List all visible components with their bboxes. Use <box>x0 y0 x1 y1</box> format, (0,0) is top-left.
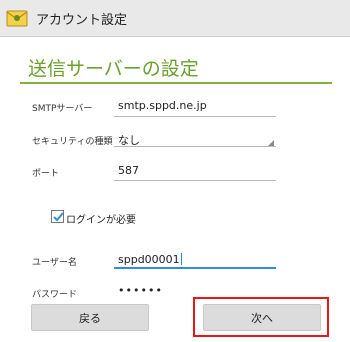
dropdown-triangle-icon[interactable] <box>268 140 274 146</box>
email-icon <box>6 8 28 28</box>
smtp-server-label: SMTPサーバー <box>32 104 93 114</box>
username-value: sppd00001 <box>118 253 180 266</box>
text-cursor <box>180 253 182 265</box>
login-required-label: ログインが必要 <box>66 215 136 226</box>
username-input[interactable]: sppd00001 <box>118 253 182 266</box>
smtp-server-underline <box>114 116 276 117</box>
title-divider <box>20 82 332 84</box>
password-input[interactable]: •••••• <box>118 284 163 297</box>
security-type-underline <box>114 146 276 147</box>
username-underline <box>114 267 276 269</box>
security-type-label: セキュリティの種類 <box>32 137 113 147</box>
page-title: 送信サーバーの設定 <box>28 58 199 80</box>
port-underline <box>114 180 276 181</box>
back-button[interactable]: 戻る <box>31 304 149 331</box>
title-bar: アカウント設定 <box>0 0 350 37</box>
password-label: パスワード <box>32 290 78 300</box>
app-title: アカウント設定 <box>36 13 128 28</box>
login-required-checkbox[interactable] <box>51 210 64 223</box>
smtp-server-input[interactable]: smtp.sppd.ne.jp <box>118 99 207 112</box>
port-label: ポート <box>32 169 60 179</box>
highlight-box <box>193 297 329 337</box>
username-label: ユーザー名 <box>32 258 77 268</box>
checkmark-icon <box>53 212 64 222</box>
port-input[interactable]: 587 <box>118 164 139 177</box>
